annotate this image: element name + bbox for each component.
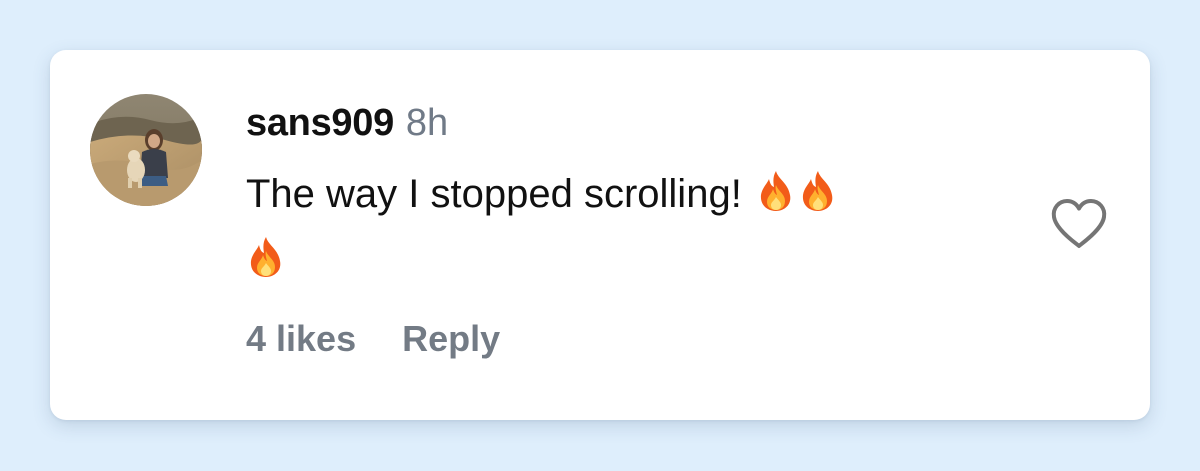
comment-timestamp[interactable]: 8h bbox=[406, 102, 448, 145]
comment-text: The way I stopped scrolling! bbox=[246, 164, 1016, 290]
comment-header: sans909 8h bbox=[246, 102, 1026, 152]
reply-button[interactable]: Reply bbox=[402, 318, 500, 360]
comment-actions: 4 likes Reply bbox=[246, 318, 500, 360]
fire-emoji-icon bbox=[246, 235, 286, 296]
comment-body: sans909 8h The way I stopped scrolling! bbox=[246, 102, 1026, 290]
heart-icon bbox=[1051, 199, 1107, 248]
fire-emoji-icon bbox=[798, 169, 838, 230]
emoji-row bbox=[246, 230, 1016, 290]
avatar[interactable] bbox=[90, 94, 202, 206]
comment-text-body: The way I stopped scrolling! bbox=[246, 172, 742, 216]
comment-card: sans909 8h The way I stopped scrolling! … bbox=[50, 50, 1150, 420]
username-link[interactable]: sans909 bbox=[246, 102, 394, 145]
avatar-photo bbox=[90, 94, 202, 206]
fire-emoji-icon bbox=[756, 169, 796, 230]
likes-count-link[interactable]: 4 likes bbox=[246, 318, 356, 360]
like-button[interactable] bbox=[1050, 198, 1108, 250]
